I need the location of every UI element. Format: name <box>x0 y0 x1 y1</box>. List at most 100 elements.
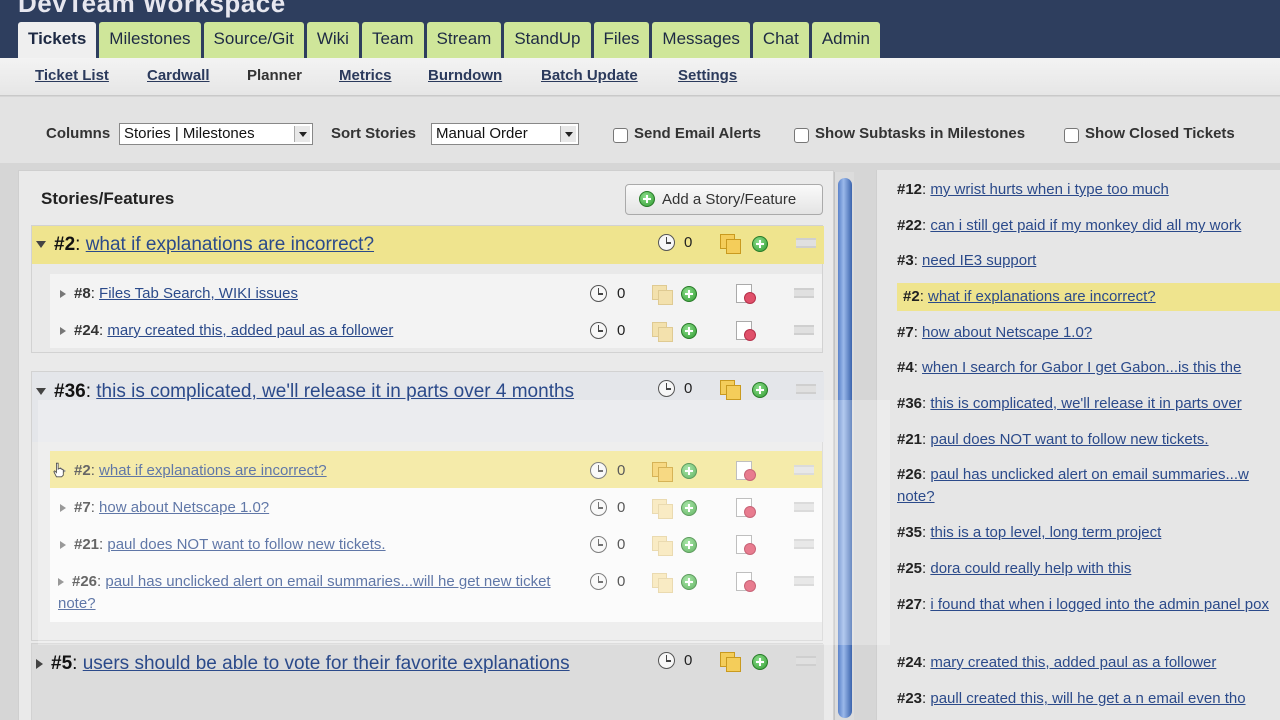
add-story-label: Add a Story/Feature <box>662 191 797 208</box>
tab-chat[interactable]: Chat <box>752 22 809 58</box>
subnav-settings[interactable]: Settings <box>678 67 737 84</box>
story-header[interactable]: #36: this is complicated, we'll release … <box>32 372 824 442</box>
copy-icon[interactable] <box>720 652 741 672</box>
tab-stream[interactable]: Stream <box>426 22 502 58</box>
story-link[interactable]: this is complicated, we'll release it in… <box>96 381 574 402</box>
expand-icon[interactable] <box>60 504 66 513</box>
add-icon[interactable] <box>681 537 697 553</box>
story-link[interactable]: users should be able to vote for their f… <box>83 653 570 674</box>
time-count: 0 <box>617 462 626 479</box>
story-header[interactable]: #5: users should be able to vote for the… <box>32 644 824 720</box>
add-icon[interactable] <box>681 323 697 339</box>
story-header[interactable]: #2: what if explanations are incorrect? … <box>32 226 824 264</box>
show-subtasks-checkbox[interactable] <box>794 128 809 143</box>
remove-icon[interactable] <box>736 461 756 481</box>
ticket-link[interactable]: i found that when i logged into the admi… <box>930 596 1269 613</box>
drag-handle-icon[interactable] <box>794 465 814 475</box>
tab-team[interactable]: Team <box>361 22 424 58</box>
drag-handle-icon[interactable] <box>794 502 814 512</box>
ticket-link[interactable]: mary created this, added paul as a follo… <box>930 654 1216 671</box>
scrollbar-thumb[interactable] <box>838 178 852 718</box>
time-count: 0 <box>684 234 693 251</box>
expand-icon[interactable] <box>36 658 43 669</box>
subnav-burndown[interactable]: Burndown <box>428 67 502 84</box>
ticket-link[interactable]: paul does NOT want to follow new tickets… <box>930 431 1208 448</box>
expand-icon[interactable] <box>58 578 64 587</box>
subnav-planner[interactable]: Planner <box>247 67 302 84</box>
copy-icon[interactable] <box>652 499 673 519</box>
add-subtask-icon[interactable] <box>752 382 768 398</box>
sort-stories-select[interactable]: Manual Order <box>431 123 579 145</box>
add-icon[interactable] <box>681 463 697 479</box>
drag-handle-icon[interactable] <box>796 238 816 248</box>
subtask-link[interactable]: how about Netscape 1.0? <box>99 499 269 516</box>
copy-icon[interactable] <box>652 462 673 482</box>
subnav-cardwall[interactable]: Cardwall <box>147 67 210 84</box>
subtask-row: #7: how about Netscape 1.0? 0 <box>50 488 822 525</box>
subnav-ticket-list[interactable]: Ticket List <box>35 67 109 84</box>
expand-icon[interactable] <box>60 290 66 299</box>
expand-icon[interactable] <box>60 541 66 550</box>
add-icon[interactable] <box>681 500 697 516</box>
copy-icon[interactable] <box>652 285 673 305</box>
ticket-link[interactable]: how about Netscape 1.0? <box>922 324 1092 341</box>
copy-icon[interactable] <box>652 322 673 342</box>
remove-icon[interactable] <box>736 498 756 518</box>
collapse-icon[interactable] <box>36 388 46 396</box>
show-closed-checkbox[interactable] <box>1064 128 1079 143</box>
subtask-link[interactable]: paul has unclicked alert on email summar… <box>58 573 551 612</box>
copy-icon[interactable] <box>720 380 741 400</box>
tab-wiki[interactable]: Wiki <box>306 22 359 58</box>
tab-files[interactable]: Files <box>593 22 650 58</box>
copy-icon[interactable] <box>652 573 673 593</box>
drag-handle-icon[interactable] <box>794 576 814 586</box>
ticket-link[interactable]: dora could really help with this <box>930 560 1131 577</box>
ticket-item: #22: can i still get paid if my monkey d… <box>897 217 1242 234</box>
add-subtask-icon[interactable] <box>752 654 768 670</box>
add-subtask-icon[interactable] <box>752 236 768 252</box>
tab-milestones[interactable]: Milestones <box>99 22 201 58</box>
remove-icon[interactable] <box>736 535 756 555</box>
tab-tickets[interactable]: Tickets <box>18 22 97 58</box>
subnav-metrics[interactable]: Metrics <box>339 67 392 84</box>
remove-icon[interactable] <box>736 572 756 592</box>
tab-admin[interactable]: Admin <box>811 22 881 58</box>
ticket-link[interactable]: what if explanations are incorrect? <box>928 288 1156 305</box>
ticket-link[interactable]: when I search for Gabor I get Gabon...is… <box>922 359 1241 376</box>
subtask-link[interactable]: what if explanations are incorrect? <box>99 462 327 479</box>
subnav-batch-update[interactable]: Batch Update <box>541 67 638 84</box>
stories-scrollbar[interactable] <box>834 172 854 720</box>
tab-standup[interactable]: StandUp <box>504 22 591 58</box>
copy-icon[interactable] <box>652 536 673 556</box>
expand-icon[interactable] <box>60 327 66 336</box>
subtask-link[interactable]: Files Tab Search, WIKI issues <box>99 285 298 302</box>
tab-messages[interactable]: Messages <box>652 22 750 58</box>
remove-icon[interactable] <box>736 321 756 341</box>
subtask-link[interactable]: mary created this, added paul as a follo… <box>107 322 393 339</box>
add-icon[interactable] <box>681 286 697 302</box>
columns-label: Columns <box>46 125 111 142</box>
ticket-link[interactable]: this is complicated, we'll release it in… <box>930 395 1241 412</box>
story-link[interactable]: what if explanations are incorrect? <box>86 234 374 255</box>
columns-select[interactable]: Stories | Milestones <box>119 123 313 145</box>
ticket-link[interactable]: my wrist hurts when i type too much <box>930 181 1168 198</box>
tab-source-git[interactable]: Source/Git <box>203 22 304 58</box>
copy-icon[interactable] <box>720 234 741 254</box>
drag-handle-icon[interactable] <box>796 384 816 394</box>
drag-handle-icon[interactable] <box>794 288 814 298</box>
ticket-link[interactable]: paull created this, will he get a n emai… <box>930 690 1245 707</box>
ticket-link[interactable]: need IE3 support <box>922 252 1036 269</box>
add-icon[interactable] <box>681 574 697 590</box>
ticket-link[interactable]: can i still get paid if my monkey did al… <box>930 217 1241 234</box>
drag-handle-icon[interactable] <box>794 539 814 549</box>
subtask-title: #21: paul does NOT want to follow new ti… <box>60 534 560 556</box>
ticket-link[interactable]: this is a top level, long term project <box>930 524 1161 541</box>
send-email-checkbox[interactable] <box>613 128 628 143</box>
ticket-link[interactable]: paul has unclicked alert on email summar… <box>897 466 1249 505</box>
subtask-link[interactable]: paul does NOT want to follow new tickets… <box>107 536 385 553</box>
drag-handle-icon[interactable] <box>796 656 816 666</box>
collapse-icon[interactable] <box>36 241 46 249</box>
add-story-button[interactable]: Add a Story/Feature <box>625 184 823 215</box>
remove-icon[interactable] <box>736 284 756 304</box>
drag-handle-icon[interactable] <box>794 325 814 335</box>
